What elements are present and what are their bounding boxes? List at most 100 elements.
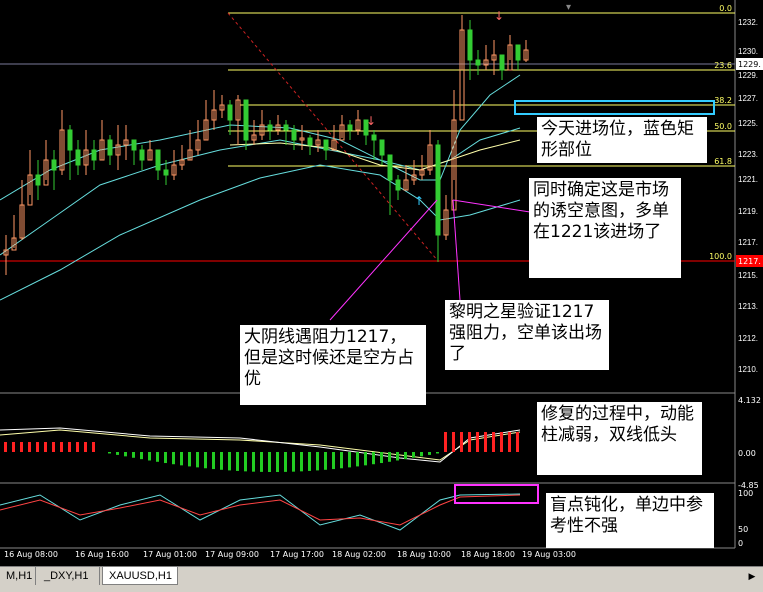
candle-body (323, 139, 329, 151)
candle-body (51, 159, 57, 171)
price-tick-label: 1232. (738, 18, 758, 27)
candle-body (35, 174, 41, 186)
momentum-histogram-bar (476, 432, 479, 452)
momentum-histogram-bar (516, 432, 519, 452)
price-tick-label: 1212. (738, 334, 758, 343)
candle-body (227, 104, 233, 121)
momentum-histogram-bar (4, 442, 7, 452)
chart-tabs-bar: M,H1 _DXY,H1 XAUUSD,H1 ▶ (0, 566, 763, 592)
tab-chart-1[interactable]: M,H1 (0, 567, 36, 585)
momentum-histogram-bar (276, 452, 279, 472)
time-axis-label: 19 Aug 03:00 (522, 550, 576, 559)
fib-trend-line (227, 12, 439, 262)
blue-entry-rectangle (514, 100, 715, 115)
candle-body (371, 134, 377, 141)
osc-tick-label: 0.00 (738, 449, 756, 458)
momentum-histogram-bar (196, 452, 199, 468)
candle-body (267, 124, 273, 131)
momentum-histogram-bar (332, 452, 335, 470)
current-price-label: 1229. (738, 60, 761, 69)
rsi-line (0, 493, 521, 531)
momentum-histogram-bar (188, 452, 191, 467)
momentum-histogram-bar (28, 442, 31, 452)
price-chart[interactable]: 0.0 23.6 38.2 50.0 61.8 100.0 ↓ ↓ ↑ ▾ 1232. 1230.… (0, 0, 763, 566)
candle-body (283, 124, 289, 131)
candle-body (155, 149, 161, 171)
momentum-histogram-bar (132, 452, 135, 458)
momentum-histogram-bar (20, 442, 23, 452)
tab-chart-xauusd[interactable]: XAUUSD,H1 (102, 567, 178, 585)
annotation-morning-star: 黎明之星验证1217强阻力，空单该出场了 (445, 300, 609, 370)
momentum-histogram-bar (284, 452, 287, 472)
momentum-histogram-bar (428, 452, 431, 455)
candle-body (107, 139, 113, 156)
momentum-histogram-bar (372, 452, 375, 465)
momentum-histogram-bar (356, 452, 359, 467)
momentum-histogram-bar (500, 432, 503, 452)
momentum-histogram-bar (204, 452, 207, 469)
time-axis-label: 17 Aug 09:00 (205, 550, 259, 559)
time-axis-label: 18 Aug 18:00 (461, 550, 515, 559)
osc-tick-label: 4.132 (738, 396, 761, 405)
momentum-histogram-bar (156, 452, 159, 462)
momentum-histogram-bar (228, 452, 231, 471)
annotation-blue-rect: 今天进场位，蓝色矩形部位 (537, 117, 707, 163)
moving-average-slow (0, 164, 521, 301)
annotation-pointer-line (452, 199, 531, 213)
price-tick-label: 1221. (738, 175, 758, 184)
price-tick-label: 1215. (738, 271, 758, 280)
momentum-histogram-bar (172, 452, 175, 465)
momentum-histogram-bar (348, 452, 351, 468)
candle-body (291, 129, 297, 141)
price-tick-label: 1217. (738, 238, 758, 247)
momentum-histogram-bar (84, 442, 87, 452)
momentum-histogram-bar (108, 452, 111, 454)
fib-level-label: 50.0 (714, 122, 732, 131)
candle-body (243, 99, 249, 141)
tab-chart-2[interactable]: _DXY,H1 (38, 567, 100, 585)
momentum-histogram-bar (508, 432, 511, 452)
candle-body (67, 129, 73, 151)
candle-body (379, 139, 385, 156)
momentum-histogram-bar (116, 452, 119, 455)
momentum-histogram-bar (92, 442, 95, 452)
candle-body (395, 179, 401, 191)
momentum-histogram-bar (252, 452, 255, 472)
candle-body (499, 54, 505, 71)
momentum-histogram-bar (164, 452, 167, 464)
momentum-histogram-bar (444, 432, 447, 452)
momentum-histogram-bar (468, 432, 471, 452)
rsi-tick-label: 0 (738, 539, 743, 548)
time-axis-label: 18 Aug 02:00 (332, 550, 386, 559)
scroll-tabs-right-icon[interactable]: ▶ (745, 569, 759, 583)
price-tick-label: 1227. (738, 94, 758, 103)
price-tick-label: 1219. (738, 207, 758, 216)
candle-body (307, 137, 313, 146)
momentum-histogram-bar (492, 432, 495, 452)
price-tick-label: 1230. (738, 47, 758, 56)
price-tick-label: 1210. (738, 365, 758, 374)
annotation-trap: 同时确定这是市场的诱空意图，多单在1221该进场了 (529, 178, 681, 278)
momentum-histogram-bar (124, 452, 127, 457)
candlesticks (3, 15, 529, 275)
moving-average-fast (0, 74, 521, 201)
momentum-histogram-bar (404, 452, 407, 460)
annotation-repair: 修复的过程中，动能柱减弱，双线低头 (537, 402, 702, 475)
momentum-histogram-bar (268, 452, 271, 472)
momentum-histogram-bar (396, 452, 399, 461)
momentum-histogram-bar (324, 452, 327, 470)
momentum-histogram-bar (316, 452, 319, 471)
sell-arrow-icon: ↓ (494, 9, 504, 23)
momentum-histogram-bar (412, 452, 415, 458)
momentum-histogram-bar (452, 432, 455, 452)
momentum-histogram-bar (236, 452, 239, 471)
momentum-histogram-bar (388, 452, 391, 462)
candle-body (467, 29, 473, 61)
momentum-histogram-bar (212, 452, 215, 470)
chart-shift-marker-icon: ▾ (566, 2, 571, 13)
time-axis-label: 17 Aug 01:00 (143, 550, 197, 559)
time-axis-label: 16 Aug 08:00 (4, 550, 58, 559)
fib-level-label: 0.0 (719, 4, 732, 13)
fib-level-label: 38.2 (714, 96, 732, 105)
annotation-blind-spot: 盲点钝化，单边中参考性不强 (546, 493, 714, 548)
